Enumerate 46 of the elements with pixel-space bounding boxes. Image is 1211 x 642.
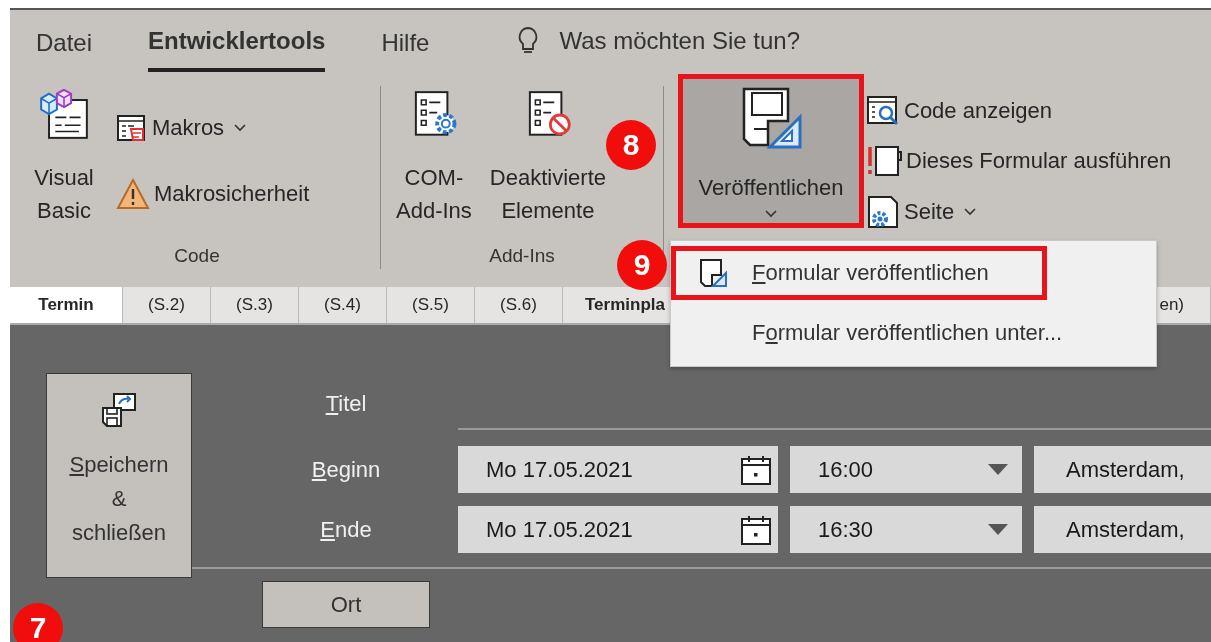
ribbon-tab[interactable]: Datei xyxy=(36,10,93,72)
ribbon-button[interactable]: Makrosicherheit xyxy=(116,177,310,210)
field-label: Titel xyxy=(324,391,368,417)
dropdown-arrow-icon xyxy=(988,464,1008,475)
ribbon-button[interactable]: Makros xyxy=(116,111,310,144)
group-label: Add-Ins xyxy=(489,245,555,266)
field-label: Beginn xyxy=(310,456,382,483)
field-label: Ende xyxy=(319,516,373,543)
floppy-ruler-icon xyxy=(698,258,728,288)
chevron-down-icon xyxy=(234,123,247,132)
timezone-field[interactable]: Amsterdam, xyxy=(1034,506,1211,553)
form-tab[interactable]: Termin xyxy=(10,287,123,323)
dropdown-arrow-icon xyxy=(988,524,1008,535)
ribbon-button[interactable]: Seite xyxy=(866,193,1172,230)
form-tab[interactable]: (S.4) xyxy=(299,287,387,323)
group-label: Code xyxy=(174,245,220,266)
ribbon-tab[interactable]: Entwicklertools xyxy=(148,10,326,72)
warning-icon xyxy=(116,177,150,210)
menu-item[interactable]: Formular veröffentlichen xyxy=(671,246,1047,300)
form-tab[interactable]: (S.3) xyxy=(211,287,299,323)
calendar-icon xyxy=(740,513,772,546)
timezone-field[interactable]: Amsterdam, xyxy=(1034,446,1211,493)
chevron-down-icon xyxy=(964,207,977,216)
ribbon-button[interactable]: Dieses Formular ausführen xyxy=(866,143,1172,178)
code-magnifier-icon xyxy=(866,93,900,128)
location-button[interactable]: Ort xyxy=(262,581,430,628)
date-field[interactable]: Mo 17.05.2021 xyxy=(458,446,778,493)
ribbon-button[interactable]: Veröffentlichen xyxy=(678,74,864,228)
form-tab[interactable]: (S.2) xyxy=(123,287,211,323)
chevron-down-icon xyxy=(765,210,777,218)
search-field[interactable]: Was möchten Sie tun? xyxy=(559,27,880,55)
save-export-icon xyxy=(101,392,137,428)
time-dropdown[interactable]: 16:00 xyxy=(790,446,1022,493)
ribbon-tab[interactable]: Hilfe xyxy=(381,10,430,72)
ribbon-button[interactable]: Visual Basic xyxy=(20,78,108,232)
time-dropdown[interactable]: 16:30 xyxy=(790,506,1022,553)
form-tab[interactable]: (S.6) xyxy=(475,287,563,323)
form-alert-icon xyxy=(866,143,902,178)
date-field[interactable]: Mo 17.05.2021 xyxy=(458,506,778,553)
save-close-button[interactable]: Speichern & schließen xyxy=(46,373,192,578)
lightbulb-icon xyxy=(517,26,540,56)
ribbon-button[interactable]: Code anzeigen xyxy=(866,93,1172,128)
calendar-icon xyxy=(740,453,772,486)
form-tab[interactable]: (S.5) xyxy=(387,287,475,323)
ribbon-button[interactable]: COM- Add-Ins xyxy=(387,78,481,232)
page-gear-icon xyxy=(866,193,900,230)
